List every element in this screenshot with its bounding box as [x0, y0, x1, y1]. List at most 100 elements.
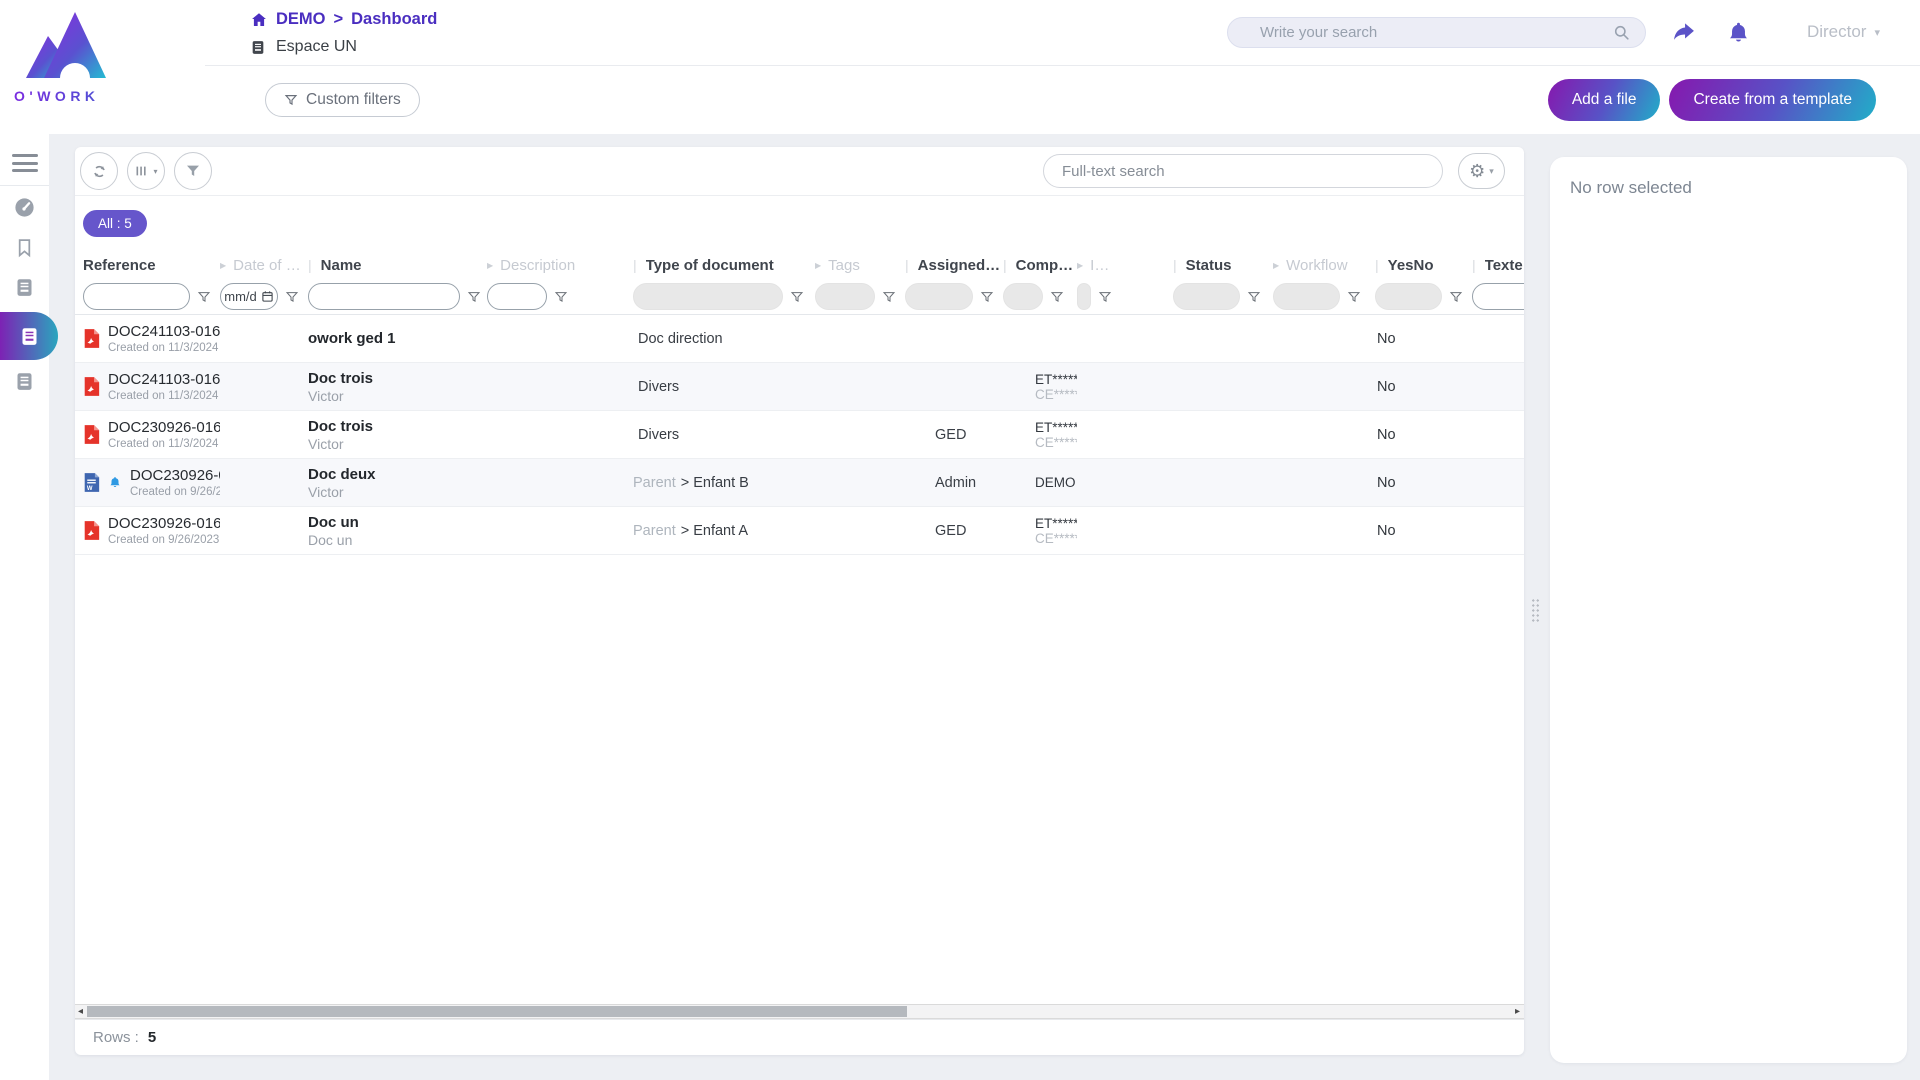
filter-funnel-icon[interactable] [467, 290, 481, 304]
column-header[interactable]: | YesNo [1375, 257, 1472, 274]
column-filter-select[interactable] [1375, 283, 1442, 310]
table-row[interactable]: DOC230926-01610-3 Created on 11/3/2024 1… [75, 411, 1524, 459]
column-header[interactable]: | Type of document [633, 257, 815, 274]
date-filter-input[interactable]: mm/d [220, 283, 278, 310]
column-header[interactable]: ▶ Date of cr… [220, 257, 308, 274]
home-icon[interactable] [250, 11, 268, 29]
global-search-input[interactable] [1228, 24, 1612, 41]
top-header: O'WORK DEMO > Dashboard [0, 0, 1920, 134]
filter-cell [487, 283, 633, 310]
reference-text: DOC230926-01608-0 [108, 515, 220, 532]
app-logo[interactable]: O'WORK [14, 6, 194, 104]
cell-yesno: No [1375, 427, 1472, 443]
column-filter-select[interactable] [815, 283, 875, 310]
column-header-label: Tags [828, 257, 860, 274]
column-filter-input[interactable] [308, 283, 460, 310]
filter-funnel-icon[interactable] [1449, 290, 1463, 304]
column-filter-input[interactable] [83, 283, 190, 310]
cell-yesno: No [1375, 523, 1472, 539]
filter-funnel-icon[interactable] [1050, 290, 1064, 304]
column-filter-select[interactable] [1273, 283, 1340, 310]
user-role-label: Director [1807, 22, 1867, 42]
column-expand-icon[interactable]: ▶ [487, 261, 493, 270]
sidebar-item-bookmarks[interactable] [0, 228, 49, 266]
cell-type-of-document: Parent > Enfant B [633, 475, 815, 491]
create-from-template-button[interactable]: Create from a template [1669, 79, 1876, 121]
column-filter-select[interactable] [1173, 283, 1240, 310]
filter-funnel-icon[interactable] [1247, 290, 1261, 304]
cell-company: ET***** CE***** [1003, 372, 1077, 402]
column-header[interactable]: | Status [1173, 257, 1273, 274]
column-expand-icon[interactable]: ▶ [1273, 261, 1279, 270]
cell-yesno: No [1375, 331, 1472, 347]
filter-funnel-icon[interactable] [197, 290, 211, 304]
filter-funnel-icon[interactable] [1098, 290, 1112, 304]
filter-funnel-icon[interactable] [980, 290, 994, 304]
column-header[interactable]: | Texte [1472, 257, 1524, 274]
fulltext-search-input[interactable] [1043, 154, 1443, 188]
column-filter-input[interactable] [487, 283, 547, 310]
scroll-left-arrow-icon[interactable]: ◂ [78, 1005, 83, 1018]
filter-cell [905, 283, 1003, 310]
search-icon[interactable] [1612, 23, 1631, 42]
table-row[interactable]: DOC230926-01608-0 Created on 9/26/2023 3… [75, 507, 1524, 555]
column-header[interactable]: Reference [83, 257, 220, 274]
yesno-value: No [1377, 331, 1396, 347]
column-header[interactable]: ▶ I… [1077, 257, 1173, 274]
filter-cell [633, 283, 815, 310]
column-separator: | [1003, 257, 1007, 273]
table-settings-button[interactable]: ⚙ ▾ [1458, 153, 1505, 189]
document-name: Doc trois [308, 418, 373, 435]
share-icon[interactable] [1670, 20, 1697, 45]
user-role-menu[interactable]: Director ▾ [1807, 22, 1880, 42]
filter-funnel-icon[interactable] [790, 290, 804, 304]
column-header[interactable]: ▶ Workflow [1273, 257, 1375, 274]
sidebar-item-documents-active[interactable] [0, 312, 58, 360]
column-expand-icon[interactable]: ▶ [815, 261, 821, 270]
columns-button[interactable]: ▾ [127, 152, 165, 190]
column-filter-select[interactable] [1077, 283, 1091, 310]
journal-icon [14, 277, 35, 298]
scroll-right-arrow-icon[interactable]: ▸ [1515, 1005, 1520, 1018]
filter-cell [83, 283, 220, 310]
filter-funnel-icon[interactable] [882, 290, 896, 304]
app-page: O'WORK DEMO > Dashboard [0, 0, 1920, 1080]
cell-reference: W DOC230926-01609-0 Created on 9/26/2023… [83, 467, 220, 498]
column-header[interactable]: | Comp… [1003, 257, 1077, 274]
cell-assigned-to: Admin [905, 475, 1003, 491]
column-header[interactable]: ▶ Tags [815, 257, 905, 274]
all-rows-badge[interactable]: All : 5 [83, 210, 147, 237]
column-header-label: Comp… [1016, 257, 1074, 274]
filter-funnel-icon[interactable] [1347, 290, 1361, 304]
scrollbar-thumb[interactable] [87, 1006, 907, 1017]
sidebar-item-archive[interactable] [0, 362, 49, 400]
column-filter-input[interactable] [1472, 283, 1524, 310]
column-filter-select[interactable] [905, 283, 973, 310]
table-filter-button[interactable] [174, 152, 212, 190]
panel-resize-handle[interactable] [1531, 598, 1540, 624]
sidebar-item-library[interactable] [0, 268, 49, 306]
column-header[interactable]: | Assigned t… [905, 257, 1003, 274]
filter-funnel-icon[interactable] [554, 290, 568, 304]
column-header[interactable]: ▶ Description [487, 257, 633, 274]
refresh-button[interactable] [80, 152, 118, 190]
table-row[interactable]: DOC241103-01635-0 Created on 11/3/2024 1… [75, 315, 1524, 363]
column-expand-icon[interactable]: ▶ [220, 261, 226, 270]
column-header[interactable]: | Name [308, 257, 487, 274]
add-file-button[interactable]: Add a file [1548, 79, 1661, 121]
column-filter-select[interactable] [1003, 283, 1043, 310]
filter-funnel-icon[interactable] [285, 290, 299, 304]
sidebar-item-dashboard[interactable] [0, 188, 49, 226]
notifications-bell-icon[interactable] [1726, 20, 1751, 46]
column-header-label: Assigned t… [918, 257, 1003, 274]
column-expand-icon[interactable]: ▶ [1077, 261, 1083, 270]
table-row[interactable]: W DOC230926-01609-0 Created on 9/26/2023… [75, 459, 1524, 507]
custom-filters-button[interactable]: Custom filters [265, 83, 420, 117]
horizontal-scrollbar[interactable]: ◂ ▸ [75, 1004, 1524, 1019]
table-row[interactable]: DOC241103-01627-0 Created on 11/3/2024 1… [75, 363, 1524, 411]
menu-toggle-icon[interactable] [12, 154, 38, 172]
breadcrumb-current[interactable]: Dashboard [351, 10, 437, 29]
table-filter-row: mm/d [75, 279, 1524, 315]
breadcrumb-root[interactable]: DEMO [276, 10, 326, 29]
column-filter-select[interactable] [633, 283, 783, 310]
